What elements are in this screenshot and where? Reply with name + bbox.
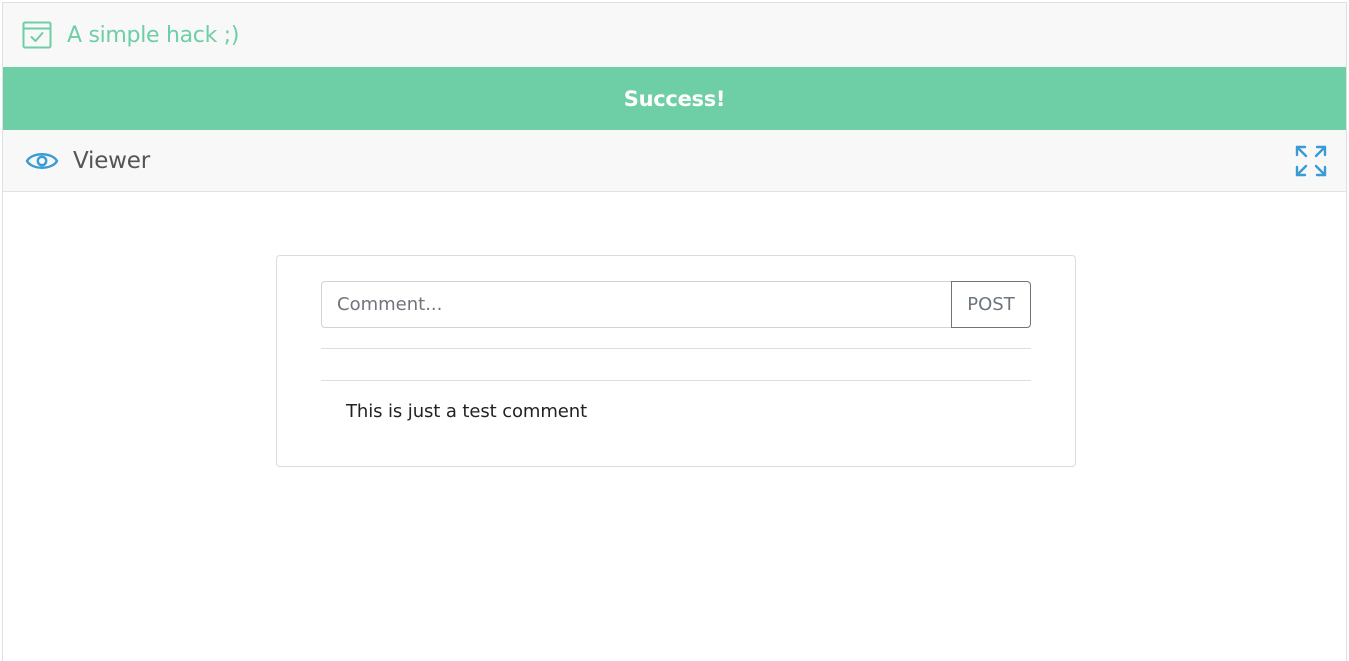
- divider: [321, 348, 1031, 349]
- top-header: A simple hack ;): [3, 3, 1346, 67]
- page-title: A simple hack ;): [67, 22, 240, 48]
- comment-item: This is just a test comment: [346, 401, 588, 422]
- success-alert: Success!: [3, 67, 1346, 130]
- comment-input-group: POST: [321, 281, 1031, 328]
- viewer-content: POST This is just a test comment: [3, 192, 1346, 660]
- eye-icon: [25, 147, 59, 175]
- comment-card: POST This is just a test comment: [276, 255, 1076, 467]
- expand-icon[interactable]: [1294, 144, 1328, 178]
- viewer-header: Viewer: [3, 130, 1346, 192]
- app-frame: A simple hack ;) Success! Viewer Comment…: [2, 2, 1347, 661]
- post-button[interactable]: POST: [951, 281, 1031, 328]
- success-message: Success!: [623, 86, 726, 111]
- comment-input[interactable]: [321, 281, 951, 328]
- calendar-check-icon: [21, 19, 53, 51]
- divider: [321, 380, 1031, 381]
- viewer-label: Viewer: [73, 147, 150, 174]
